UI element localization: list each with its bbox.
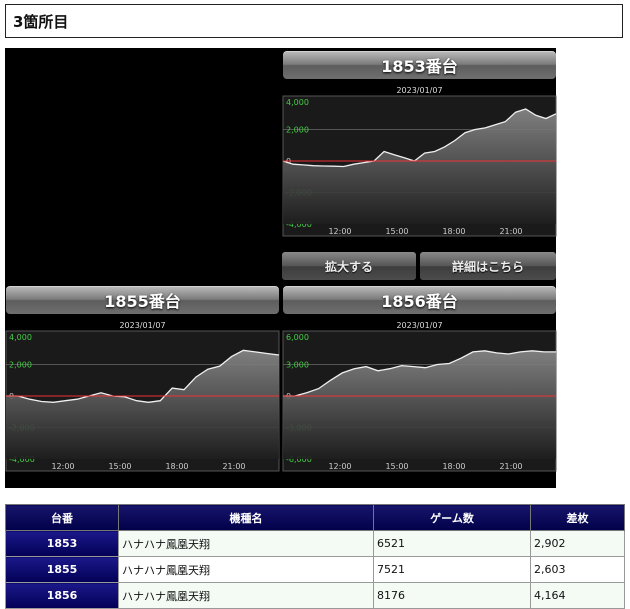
- chart-area: 1853番台 2023/01/07 4,0002,0000-2,000-4,00…: [5, 48, 557, 488]
- x-tick-label: 12:00: [328, 227, 351, 236]
- model-cell: ハナハナ鳳凰天翔: [118, 556, 374, 583]
- chart-1855-date: 2023/01/07: [119, 321, 166, 330]
- machine-1853-button[interactable]: 1853番台: [283, 51, 556, 79]
- diff-cell: 2,603: [530, 556, 625, 583]
- machine-no-cell: 1856: [5, 582, 119, 609]
- machine-1856-button[interactable]: 1856番台: [283, 286, 556, 314]
- x-tick-label: 18:00: [442, 227, 465, 236]
- chart-1855: 4,0002,0000-2,000-4,00012:0015:0018:0021…: [5, 330, 280, 472]
- x-tick-label: 21:00: [499, 227, 522, 236]
- chart-1853: 4,0002,0000-2,000-4,00012:0015:0018:0021…: [282, 95, 557, 237]
- games-cell: 7521: [373, 556, 531, 583]
- games-cell: 6521: [373, 530, 531, 557]
- header-diff: 差枚: [530, 504, 625, 531]
- x-tick-label: 18:00: [165, 462, 188, 471]
- header-machine-no: 台番: [5, 504, 119, 531]
- x-tick-label: 15:00: [385, 227, 408, 236]
- x-tick-label: 18:00: [442, 462, 465, 471]
- x-tick-label: 12:00: [51, 462, 74, 471]
- y-tick-label: 6,000: [286, 333, 309, 342]
- table-header-row: 台番 機種名 ゲーム数 差枚: [5, 504, 625, 531]
- machine-no-cell: 1853: [5, 530, 119, 557]
- header-games: ゲーム数: [373, 504, 531, 531]
- chart-1853-date: 2023/01/07: [396, 86, 443, 95]
- table-row: 1853 ハナハナ鳳凰天翔 6521 2,902: [5, 530, 625, 557]
- x-tick-label: 21:00: [499, 462, 522, 471]
- machine-no-cell: 1855: [5, 556, 119, 583]
- chart-1856-date: 2023/01/07: [396, 321, 443, 330]
- y-tick-label: 4,000: [9, 333, 32, 342]
- x-tick-label: 21:00: [222, 462, 245, 471]
- x-tick-label: 15:00: [108, 462, 131, 471]
- diff-cell: 2,902: [530, 530, 625, 557]
- header-model: 機種名: [118, 504, 374, 531]
- table-row: 1855 ハナハナ鳳凰天翔 7521 2,603: [5, 556, 625, 583]
- y-tick-label: 4,000: [286, 98, 309, 107]
- chart-1856: 6,0003,0000-3,000-6,00012:0015:0018:0021…: [282, 330, 557, 472]
- model-cell: ハナハナ鳳凰天翔: [118, 530, 374, 557]
- model-cell: ハナハナ鳳凰天翔: [118, 582, 374, 609]
- table-row: 1856 ハナハナ鳳凰天翔 8176 4,164: [5, 582, 625, 609]
- diff-cell: 4,164: [530, 582, 625, 609]
- section-title: 3箇所目: [5, 4, 623, 38]
- x-tick-label: 12:00: [328, 462, 351, 471]
- y-tick-label: 3,000: [286, 361, 309, 370]
- x-tick-label: 15:00: [385, 462, 408, 471]
- games-cell: 8176: [373, 582, 531, 609]
- y-tick-label: 2,000: [9, 361, 32, 370]
- zoom-button[interactable]: 拡大する: [282, 252, 416, 280]
- machine-1855-button[interactable]: 1855番台: [6, 286, 279, 314]
- machine-table: 台番 機種名 ゲーム数 差枚 1853 ハナハナ鳳凰天翔 6521 2,902 …: [5, 504, 625, 609]
- y-tick-label: 2,000: [286, 126, 309, 135]
- details-button[interactable]: 詳細はこちら: [420, 252, 556, 280]
